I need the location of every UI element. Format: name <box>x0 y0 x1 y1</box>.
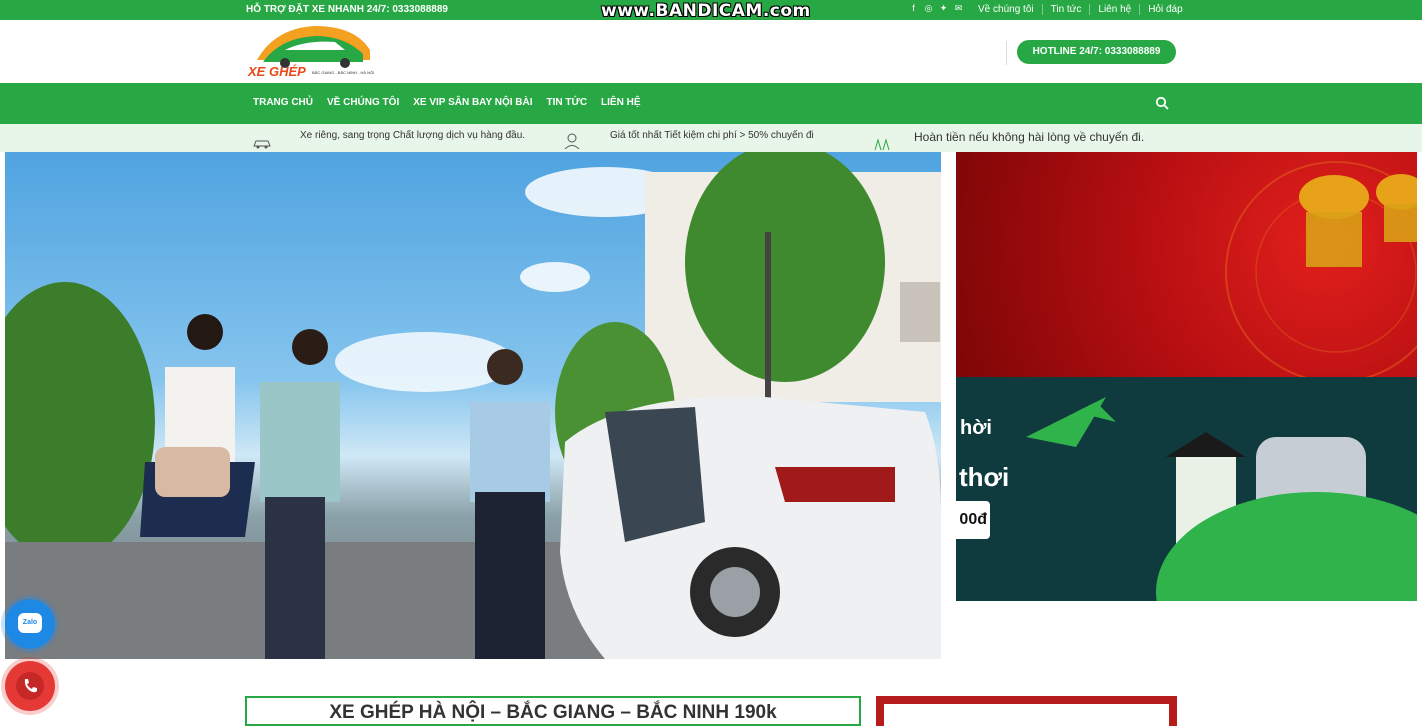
facebook-icon[interactable]: f <box>909 3 918 14</box>
zalo-chat-button[interactable]: Zalo <box>5 599 55 649</box>
toplink-contact[interactable]: Liên hệ <box>1089 4 1139 15</box>
top-links: Về chúng tôi Tin tức Liên hệ Hỏi đáp <box>970 4 1191 15</box>
refund-icon <box>874 138 890 151</box>
feature-text-best-price: Giá tốt nhất Tiết kiệm chi phí > 50% chu… <box>610 130 814 141</box>
logo-subtitle: BẮC GIANG - BẮC NINH - HÀ NỘI <box>312 70 375 75</box>
hero-slider-image[interactable] <box>5 152 941 659</box>
toplink-news[interactable]: Tin tức <box>1041 4 1090 15</box>
support-hotline-text: HỖ TRỢ ĐẶT XE NHANH 24/7: 0333088889 <box>246 4 448 15</box>
promo-word-1: hời <box>960 417 992 439</box>
toplink-faq[interactable]: Hỏi đáp <box>1139 4 1190 15</box>
email-icon[interactable]: ✉ <box>954 3 963 14</box>
call-button[interactable] <box>5 661 55 711</box>
promo-banner[interactable]: hời thơi 00đ <box>956 152 1417 601</box>
promo-word-2: thơi <box>959 462 1010 492</box>
feature-text-private-car: Xe riêng, sang trọng Chất lượng dịch vụ … <box>300 130 526 141</box>
toplink-about[interactable]: Về chúng tôi <box>970 4 1042 15</box>
promo-red-background <box>956 152 1417 383</box>
nav-item-contact[interactable]: LIÊN HỆ <box>594 97 647 108</box>
phone-icon <box>16 672 44 700</box>
sidebar-widget-box <box>876 696 1177 726</box>
hero-photo-illustration <box>5 152 941 659</box>
zalo-icon: Zalo <box>18 613 42 633</box>
hotline-button[interactable]: HOTLINE 24/7: 0333088889 <box>1017 40 1176 64</box>
nav-item-news[interactable]: TIN TỨC <box>540 97 595 108</box>
page-title: XE GHÉP HÀ NỘI – BẮC GIANG – BẮC NINH 19… <box>329 702 777 723</box>
site-logo[interactable]: XE GHÉP BẮC GIANG - BẮC NINH - HÀ NỘI <box>245 20 385 82</box>
site-header: XE GHÉP BẮC GIANG - BẮC NINH - HÀ NỘI HO… <box>0 20 1422 83</box>
recorder-watermark: www.BANDICAM.com <box>601 1 811 21</box>
car-icon <box>253 140 271 149</box>
lantern-decoration <box>1225 161 1417 383</box>
top-bar: HỖ TRỢ ĐẶT XE NHANH 24/7: 0333088889 www… <box>0 0 1422 21</box>
main-nav: TRANG CHỦ VỀ CHÚNG TÔI XE VIP SÂN BAY NỘ… <box>0 83 1422 124</box>
feature-text-refund: Hoàn tiền nếu không hài lòng về chuyến đ… <box>914 130 1145 144</box>
main-title-box: XE GHÉP HÀ NỘI – BẮC GIANG – BẮC NINH 19… <box>245 696 861 726</box>
feature-strip: Xe riêng, sang trọng Chất lượng dịch vụ … <box>0 124 1422 152</box>
instagram-icon[interactable]: ◎ <box>924 3 933 14</box>
savings-icon <box>564 133 580 149</box>
header-divider <box>1006 41 1007 65</box>
nav-item-home[interactable]: TRANG CHỦ <box>246 97 320 108</box>
promo-price-box: 00đ <box>956 501 990 539</box>
logo-text: XE GHÉP <box>248 64 306 79</box>
nav-item-about[interactable]: VỀ CHÚNG TÔI <box>320 97 406 108</box>
twitter-icon[interactable]: ✦ <box>939 3 948 14</box>
search-icon[interactable] <box>1155 96 1169 110</box>
social-links: f ◎ ✦ ✉ <box>909 3 963 14</box>
nav-item-vip-airport[interactable]: XE VIP SÂN BAY NỘI BÀI <box>406 97 539 108</box>
